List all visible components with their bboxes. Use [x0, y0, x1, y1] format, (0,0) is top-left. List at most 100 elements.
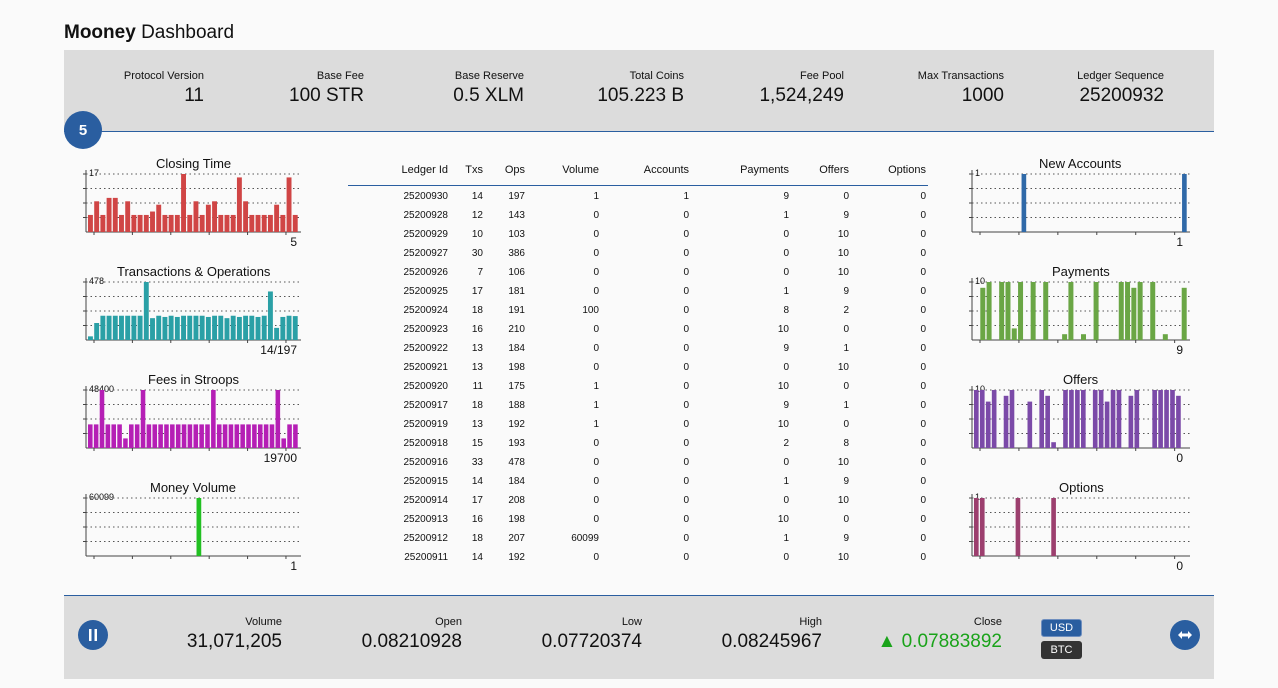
table-row: 25200914 17 208 0 0 0 10 0	[348, 491, 928, 510]
chart-bar	[181, 174, 186, 232]
chart-bar	[205, 204, 211, 232]
table-row: 25200911 14 192 0 0 0 10 0	[348, 548, 928, 567]
chart-bar	[94, 323, 100, 340]
chart-bar	[117, 424, 122, 448]
cell-volume: 1	[593, 191, 599, 202]
chart-bar	[181, 315, 186, 340]
cell-options: 0	[920, 267, 926, 278]
cell-offers: 9	[843, 210, 849, 221]
cell-accounts: 0	[683, 324, 689, 335]
stat-base-reserve: Base Reserve 0.5 XLM	[453, 70, 524, 107]
cell-volume: 1	[593, 400, 599, 411]
cell-volume: 0	[593, 267, 599, 278]
chart-bar	[156, 204, 162, 232]
cell-volume: 0	[593, 495, 599, 506]
chart-bar	[986, 282, 992, 340]
table-row: 25200919 13 192 1 0 10 0 0	[348, 415, 928, 434]
cell-volume: 60099	[571, 533, 599, 544]
market-low: Low 0.07720374	[542, 616, 642, 653]
pause-button[interactable]	[78, 620, 108, 650]
chart-bar	[164, 424, 169, 448]
payments-bars	[969, 278, 1190, 343]
cell-options: 0	[920, 343, 926, 354]
chart-bar	[980, 287, 986, 340]
cell-ledger-id: 25200922	[403, 343, 449, 354]
cell-ledger-id: 25200927	[403, 248, 449, 259]
chart-bar	[187, 214, 193, 232]
chart-bar	[974, 390, 979, 448]
cell-ledger-id: 25200921	[403, 362, 449, 373]
chart-bar	[125, 315, 131, 340]
chart-bar	[1018, 282, 1024, 340]
chart-bar	[1181, 287, 1187, 340]
cell-payments: 1	[783, 286, 789, 297]
chart-bar	[100, 315, 106, 340]
chart-bar	[236, 177, 242, 232]
transactions-operations-bars	[83, 278, 301, 343]
fees-bars	[83, 386, 301, 451]
cell-options: 0	[920, 324, 926, 335]
cell-ops: 386	[508, 248, 525, 259]
chart-bar	[999, 282, 1005, 340]
stat-max-transactions: Max Transactions 1000	[918, 70, 1004, 107]
offers-bars	[969, 386, 1190, 451]
chart-bar	[1051, 442, 1056, 448]
chart-bar	[158, 424, 163, 448]
cell-ledger-id: 25200914	[403, 495, 449, 506]
btc-button[interactable]: BTC	[1041, 641, 1082, 659]
table-row: 25200927 30 386 0 0 0 10 0	[348, 244, 928, 263]
chart-bar	[199, 315, 205, 340]
stat-value: 100 STR	[289, 85, 364, 106]
cell-offers: 0	[843, 381, 849, 392]
swap-button[interactable]	[1170, 620, 1200, 650]
chart-bar	[187, 424, 193, 448]
cell-ledger-id: 25200911	[404, 552, 448, 563]
cell-txs: 14	[471, 191, 483, 202]
table-row: 25200915 14 184 0 0 1 9 0	[348, 472, 928, 491]
chart-bar	[181, 424, 187, 448]
cell-ledger-id: 25200913	[403, 514, 449, 525]
stat-value: 105.223 B	[597, 85, 684, 106]
cell-txs: 18	[471, 533, 483, 544]
chart-bar	[129, 424, 134, 448]
cell-ledger-id: 25200917	[403, 400, 449, 411]
table-row: 25200912 18 207 60099 0 1 9 0	[348, 529, 928, 548]
cell-volume: 0	[593, 476, 599, 487]
cell-ops: 193	[508, 438, 525, 449]
chart-bar	[1098, 390, 1104, 448]
market-value: 0.07720374	[541, 631, 642, 652]
table-row: 25200930 14 197 1 1 9 0 0	[348, 187, 928, 206]
chart-bar	[1043, 282, 1049, 340]
cell-volume: 0	[593, 514, 599, 525]
cell-payments: 2	[783, 438, 789, 449]
chart-bar	[1015, 498, 1021, 556]
cell-offers: 10	[837, 229, 849, 240]
chart-bar	[246, 424, 251, 448]
chart-bar	[143, 214, 149, 232]
market-label: Close	[973, 616, 1002, 628]
chart-bar	[1021, 174, 1027, 232]
cell-options: 0	[920, 362, 926, 373]
chart-bar	[162, 316, 168, 340]
chart-bar	[196, 498, 202, 556]
cell-accounts: 0	[683, 514, 689, 525]
chart-bar	[255, 214, 261, 232]
chart-bar	[286, 315, 292, 340]
new-accounts-chart: New Accounts 1 1	[965, 155, 1195, 249]
chart-bar	[281, 438, 286, 448]
header-payments: Payments	[740, 164, 789, 176]
ledger-count-badge: 5	[64, 111, 102, 149]
cell-volume: 1	[593, 381, 599, 392]
chart-bar	[252, 424, 257, 448]
chart-bar	[137, 214, 143, 232]
cell-options: 0	[920, 210, 926, 221]
usd-button[interactable]: USD	[1041, 619, 1082, 637]
cell-accounts: 0	[683, 495, 689, 506]
market-value: 0.08210928	[361, 631, 462, 652]
header-offers: Offers	[819, 164, 849, 176]
cell-volume: 0	[593, 362, 599, 373]
cell-ops: 191	[508, 305, 525, 316]
chart-bar	[1137, 282, 1143, 340]
cell-offers: 8	[843, 438, 849, 449]
chart-bar	[1093, 282, 1099, 340]
